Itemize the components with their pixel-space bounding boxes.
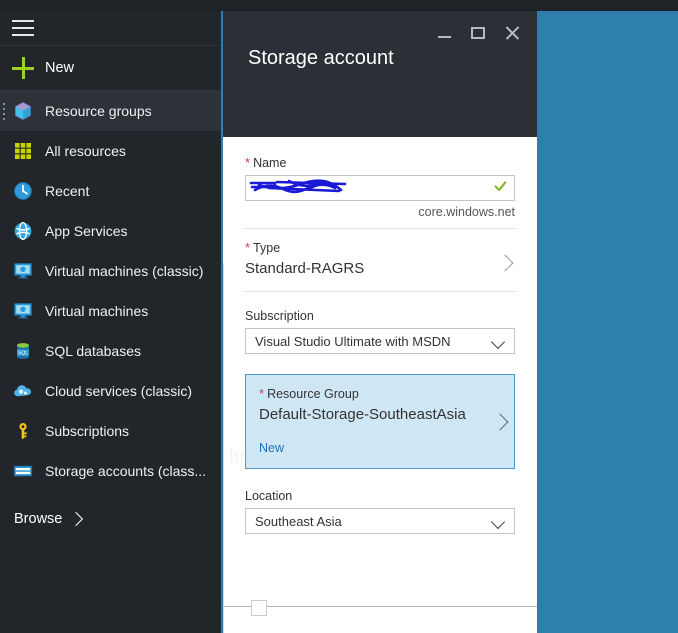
location-label: Location <box>245 489 293 503</box>
storage-account-blade: Storage account http://blogs.msdn.net/ *… <box>223 11 537 633</box>
resource-group-field-group[interactable]: * Resource Group Default-Storage-Southeas… <box>245 374 515 469</box>
browse-label: Browse <box>14 511 63 527</box>
resource-group-value: Default-Storage-SoutheastAsia <box>259 406 466 423</box>
sidebar-item-cloud-services-classic[interactable]: Cloud services (classic) <box>0 371 221 411</box>
virtual-machine-icon <box>12 260 34 282</box>
sidebar-item-storage-accounts-classic[interactable]: Storage accounts (class... <box>0 451 221 491</box>
storage-account-form: * Name core.windows.net * Type Standard-… <box>223 137 537 534</box>
sidebar-menu-row <box>0 11 221 46</box>
required-indicator: * <box>259 386 265 401</box>
required-indicator: * <box>245 240 251 255</box>
chevron-down-icon <box>490 514 506 530</box>
maximize-icon[interactable] <box>461 20 495 46</box>
sidebar-item-label: Storage accounts (class... <box>45 463 207 479</box>
checkmark-icon <box>493 180 507 194</box>
svg-text:SQL: SQL <box>18 351 28 357</box>
required-indicator: * <box>245 155 251 170</box>
key-icon <box>12 420 34 442</box>
name-input[interactable] <box>245 175 515 201</box>
sidebar-item-label: Cloud services (classic) <box>45 383 193 399</box>
sidebar-item-label: Resource groups <box>45 103 152 119</box>
redaction-scribble <box>249 179 347 194</box>
name-label: * Name <box>245 155 515 170</box>
name-field-group: * Name core.windows.net <box>245 137 515 228</box>
sidebar-item-label: App Services <box>45 223 128 239</box>
hamburger-icon[interactable] <box>12 20 34 36</box>
screen: New Resource groups All resources Recent… <box>0 0 678 633</box>
type-field-group[interactable]: * Type Standard-RAGRS <box>245 229 515 291</box>
minimize-icon[interactable] <box>427 20 461 46</box>
sidebar-item-label: Subscriptions <box>45 423 130 439</box>
virtual-machine-icon <box>12 300 34 322</box>
sidebar-item-label: Virtual machines (classic) <box>45 263 204 279</box>
sql-database-icon: SQL <box>12 340 34 362</box>
sidebar-item-all-resources[interactable]: All resources <box>0 131 221 171</box>
resource-group-new-link[interactable]: New <box>259 441 501 455</box>
sidebar-item-app-services[interactable]: App Services <box>0 211 221 251</box>
page-title: Storage account <box>248 47 394 69</box>
plus-icon <box>12 57 34 79</box>
sidebar-item-virtual-machines[interactable]: Virtual machines <box>0 291 221 331</box>
sidebar-item-new[interactable]: New <box>0 46 221 91</box>
clock-icon <box>12 180 34 202</box>
sidebar-item-label: Recent <box>45 183 90 199</box>
name-label-text: Name <box>253 156 287 170</box>
type-value: Standard-RAGRS <box>245 260 365 277</box>
sidebar-item-label: Virtual machines <box>45 303 149 319</box>
portal-sidebar: New Resource groups All resources Recent… <box>0 11 221 633</box>
sidebar-item-sql-databases[interactable]: SQL SQL databases <box>0 331 221 371</box>
blade-body: http://blogs.msdn.net/ *Name <box>223 137 537 633</box>
storage-account-icon <box>12 460 34 482</box>
sidebar-item-recent[interactable]: Recent <box>0 171 221 211</box>
subscription-label: Subscription <box>245 309 314 323</box>
chevron-down-icon <box>490 334 506 350</box>
sidebar-item-label: All resources <box>45 143 126 159</box>
drag-handle-icon[interactable] <box>3 103 6 120</box>
all-resources-icon <box>12 140 34 162</box>
location-field-group: Location Southeast Asia <box>245 469 515 534</box>
resource-group-label-text: Resource Group <box>267 387 359 401</box>
app-services-icon <box>12 220 34 242</box>
footer-divider <box>223 600 537 616</box>
chevron-right-icon <box>69 511 84 527</box>
sidebar-item-browse[interactable]: Browse <box>0 497 221 541</box>
sidebar-new-label: New <box>45 60 75 76</box>
sidebar-item-virtual-machines-classic[interactable]: Virtual machines (classic) <box>0 251 221 291</box>
window-controls <box>427 20 529 46</box>
blade-header: Storage account <box>223 11 537 137</box>
subscription-field-group: Subscription Visual Studio Ultimate with… <box>245 292 515 354</box>
location-select[interactable]: Southeast Asia <box>245 508 515 534</box>
location-value: Southeast Asia <box>255 513 342 529</box>
sidebar-nav-list: Resource groups All resources Recent App… <box>0 91 221 491</box>
sidebar-item-resource-groups[interactable]: Resource groups <box>0 91 221 131</box>
type-label: * Type <box>245 240 515 255</box>
cloud-service-icon <box>12 380 34 402</box>
sidebar-item-subscriptions[interactable]: Subscriptions <box>0 411 221 451</box>
pin-to-dashboard-checkbox[interactable] <box>251 600 267 616</box>
desktop-top-strip <box>0 0 678 11</box>
resource-groups-icon <box>12 100 34 122</box>
resource-group-label: * Resource Group <box>259 386 501 401</box>
name-suffix: core.windows.net <box>418 205 515 219</box>
subscription-select[interactable]: Visual Studio Ultimate with MSDN <box>245 328 515 354</box>
sidebar-item-label: SQL databases <box>45 343 141 359</box>
close-icon[interactable] <box>495 20 529 46</box>
type-label-text: Type <box>253 241 281 255</box>
subscription-value: Visual Studio Ultimate with MSDN <box>255 333 451 349</box>
